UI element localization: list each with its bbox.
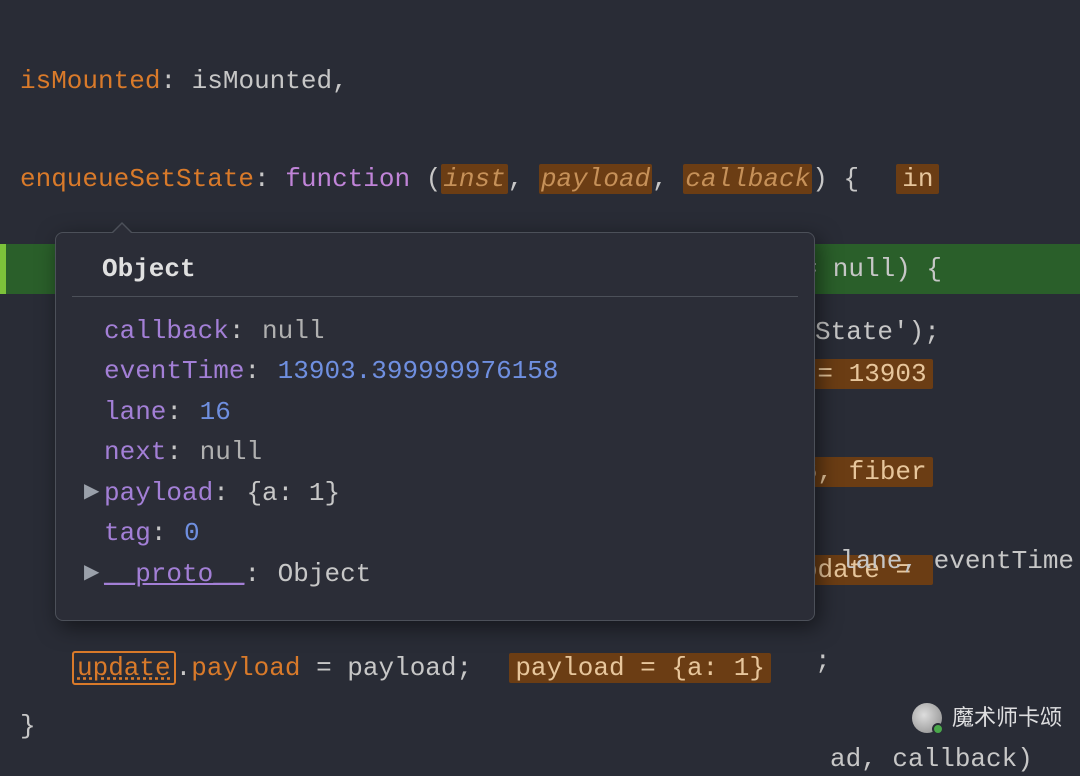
watermark: 魔术师卡颂 xyxy=(912,703,1062,733)
tooltip-title: Object xyxy=(72,249,798,297)
inline-hint: payload = {a: 1} xyxy=(509,653,771,683)
bg-code-brace: } xyxy=(20,710,36,743)
code-line-6: update.payload = payload; payload = {a: … xyxy=(0,652,1080,685)
bg-code-state: State'); xyxy=(815,316,940,349)
tooltip-row-proto[interactable]: ▶ __proto__: Object xyxy=(78,554,792,595)
expand-arrow-icon[interactable]: ▶ xyxy=(84,480,104,505)
code-line-0: isMounted: isMounted, xyxy=(0,65,1080,98)
hover-tooltip: Object callback: null eventTime: 13903.3… xyxy=(55,232,815,621)
tooltip-row-tag: tag: 0 xyxy=(78,513,792,554)
bg-code-adcb: ad, callback) xyxy=(830,743,1048,776)
watermark-text: 魔术师卡颂 xyxy=(952,704,1062,732)
bg-code-lane: lane, eventTime xyxy=(840,545,1074,578)
hover-variable-update[interactable]: update xyxy=(72,651,176,685)
param-callback: callback xyxy=(683,164,812,194)
tooltip-row-payload[interactable]: ▶ payload: {a: 1} xyxy=(78,473,792,514)
param-payload: payload xyxy=(539,164,652,194)
tooltip-row-eventtime: eventTime: 13903.399999976158 xyxy=(78,351,792,392)
param-inst: inst xyxy=(441,164,507,194)
tooltip-row-lane: lane: 16 xyxy=(78,392,792,433)
tooltip-row-next: next: null xyxy=(78,432,792,473)
property-enqueuesetstate: enqueueSetState xyxy=(20,164,254,194)
wechat-icon xyxy=(912,703,942,733)
code-line-1: enqueueSetState: function (inst, payload… xyxy=(0,163,1080,196)
bg-code-semi: ; xyxy=(815,645,831,678)
property-ismounted: isMounted xyxy=(20,66,160,96)
inline-hint: in xyxy=(896,164,939,194)
expand-arrow-icon[interactable]: ▶ xyxy=(84,561,104,586)
tooltip-row-callback: callback: null xyxy=(78,311,792,352)
